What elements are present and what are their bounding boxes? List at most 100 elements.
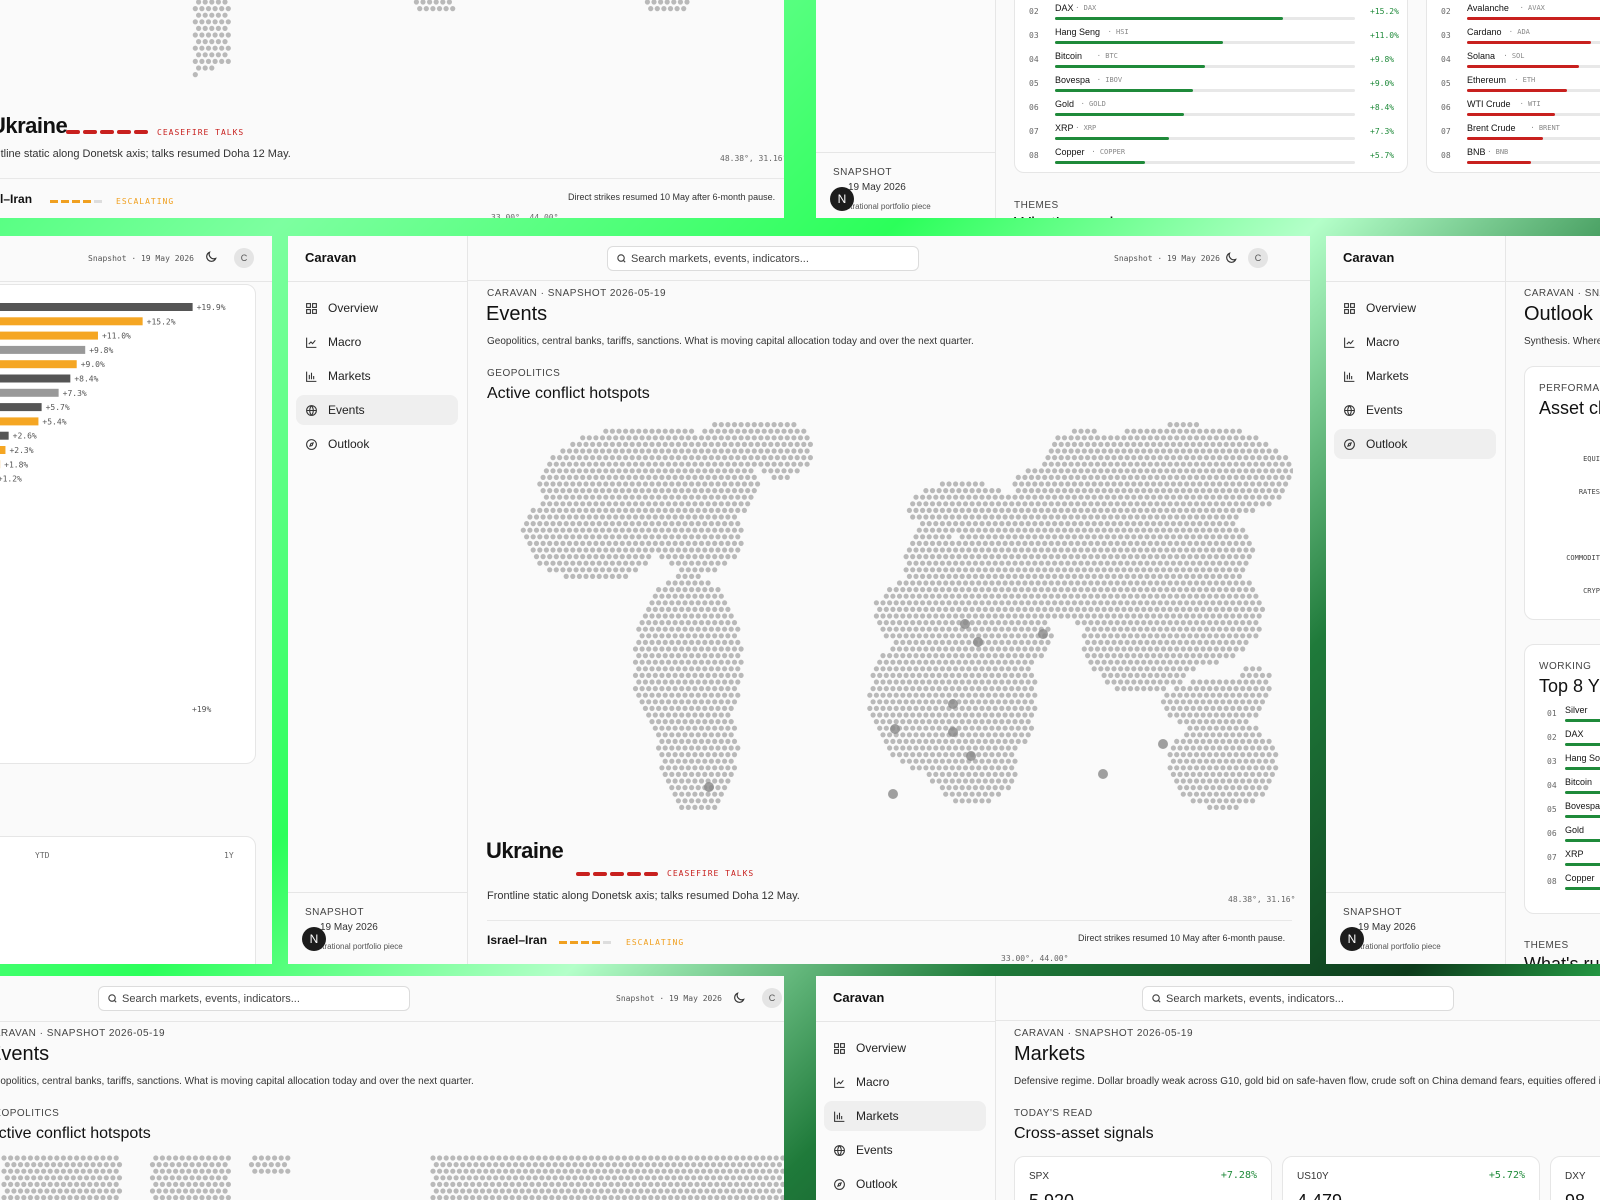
row-name: BNB bbox=[1467, 147, 1486, 157]
user-avatar-mini[interactable]: C bbox=[234, 248, 254, 268]
search-input[interactable]: Search markets, events, indicators... bbox=[98, 986, 410, 1011]
hotspot-marker[interactable] bbox=[1038, 629, 1048, 639]
nav-markets[interactable]: Markets bbox=[824, 1101, 986, 1131]
bar bbox=[0, 360, 77, 369]
hotspot-israel-desc: Direct strikes resumed 10 May after 6-mo… bbox=[568, 192, 776, 202]
hotspot-marker[interactable] bbox=[704, 782, 714, 792]
row-rank: 04 bbox=[1029, 55, 1039, 64]
hotspot-marker[interactable] bbox=[973, 637, 983, 647]
hotspot-ukraine-coords: 48.38°, 31.16° bbox=[720, 154, 784, 163]
asset-class-label: EQUITY (S bbox=[1583, 455, 1600, 463]
nav-label: Overview bbox=[1366, 301, 1417, 315]
hotspot-israel-name: Israel–Iran bbox=[487, 933, 548, 947]
row-name: Avalanche bbox=[1467, 3, 1509, 13]
search-input[interactable]: Search markets, events, indicators... bbox=[1142, 986, 1454, 1011]
nav-markets[interactable]: Markets bbox=[1334, 361, 1496, 391]
snapshot-heading: SNAPSHOT bbox=[1343, 907, 1403, 918]
page-title: Events bbox=[0, 1043, 50, 1065]
row-name: Silver bbox=[1565, 705, 1588, 715]
page-eyebrow: CARAVAN · SNAPSHOT 2026-05-19 bbox=[1014, 1028, 1194, 1039]
row-fill bbox=[1467, 113, 1555, 116]
hotspot-marker[interactable] bbox=[948, 699, 958, 709]
nav-overview[interactable]: Overview bbox=[296, 293, 458, 323]
hotspot-israel-status: ESCALATING bbox=[116, 197, 175, 206]
user-avatar-mini[interactable]: C bbox=[762, 988, 782, 1008]
row-name: DAX bbox=[1565, 729, 1584, 739]
row-ticker: · ADA bbox=[1508, 28, 1530, 36]
nav-events[interactable]: Events bbox=[1334, 395, 1496, 425]
nav-events[interactable]: Events bbox=[296, 395, 458, 425]
row-fill bbox=[1055, 161, 1145, 164]
row-rank: 02 bbox=[1029, 7, 1039, 16]
hotspot-ukraine-name: Ukraine bbox=[0, 113, 68, 138]
row-track bbox=[1055, 137, 1355, 140]
user-avatar[interactable]: N bbox=[830, 187, 854, 211]
row-name: Cardano bbox=[1467, 27, 1502, 37]
nav-outlook[interactable]: Outlook bbox=[824, 1169, 986, 1199]
user-avatar-mini[interactable]: C bbox=[1248, 248, 1268, 268]
moon-icon[interactable] bbox=[1224, 251, 1238, 265]
hotspot-israel-name: Israel–Iran bbox=[0, 192, 33, 206]
divider bbox=[487, 920, 1292, 921]
nav-events[interactable]: Events bbox=[824, 1135, 986, 1165]
row-track bbox=[1055, 161, 1355, 164]
hotspot-marker[interactable] bbox=[1158, 739, 1168, 749]
divider bbox=[0, 1021, 784, 1022]
row-fill bbox=[1565, 791, 1600, 794]
hotspot-marker[interactable] bbox=[960, 619, 970, 629]
ytd-bar-chart: +19.9% +15.2% +11.0% +9.8% +9.0% +8.4% +7.3% +5… bbox=[0, 303, 226, 484]
globe-icon bbox=[834, 1144, 845, 1156]
row-fill bbox=[1467, 161, 1531, 164]
hotspot-marker[interactable] bbox=[890, 724, 900, 734]
grid-icon bbox=[1344, 302, 1355, 314]
row-change: +9.8% bbox=[1370, 55, 1395, 64]
nav-macro[interactable]: Macro bbox=[1334, 327, 1496, 357]
signal-change: +5.72% bbox=[1488, 1170, 1525, 1181]
row-fill bbox=[1055, 17, 1283, 20]
compass-icon bbox=[834, 1178, 845, 1190]
topbar: Search markets, events, indicators... Sn… bbox=[468, 236, 1310, 281]
nav-overview[interactable]: Overview bbox=[824, 1033, 986, 1063]
period-ytd[interactable]: YTD bbox=[35, 851, 49, 860]
hotspot-marker[interactable] bbox=[888, 789, 898, 799]
themes-label: THEMES bbox=[1014, 200, 1059, 211]
signal-name: SPX bbox=[1029, 1171, 1050, 1182]
row-fill bbox=[1565, 767, 1600, 770]
hotspot-israel-coords: 33.00°, 44.00° bbox=[1001, 954, 1069, 963]
moon-icon[interactable] bbox=[732, 991, 746, 1005]
row-rank: 02 bbox=[1547, 733, 1557, 742]
brand-name: Caravan bbox=[305, 250, 357, 265]
row-track bbox=[1467, 113, 1600, 116]
nav-macro[interactable]: Macro bbox=[296, 327, 458, 357]
user-avatar[interactable]: N bbox=[302, 927, 326, 951]
row-track bbox=[1055, 41, 1355, 44]
hotspot-marker[interactable] bbox=[966, 751, 976, 761]
nav-outlook[interactable]: Outlook bbox=[296, 429, 458, 459]
row-change: +7.3% bbox=[1370, 127, 1395, 136]
hotspot-israel-status: ESCALATING bbox=[626, 938, 685, 947]
line-chart-icon bbox=[1344, 337, 1355, 348]
hotspot-marker[interactable] bbox=[1098, 769, 1108, 779]
row-rank: 08 bbox=[1029, 151, 1039, 160]
row-fill bbox=[1467, 65, 1579, 68]
hotspot-marker[interactable] bbox=[948, 727, 958, 737]
bar-label: +7.3% bbox=[63, 389, 87, 398]
themes-label: THEMES bbox=[1524, 940, 1569, 951]
signal-card-spx[interactable]: SPX +7.28% 5,920 bbox=[1014, 1156, 1272, 1200]
panel-overview-scrolled: SNAPSHOT 19 May 2026 Illustrational port… bbox=[816, 0, 1600, 218]
moon-icon[interactable] bbox=[204, 250, 218, 264]
signal-card-dxy[interactable]: DXY 98 bbox=[1550, 1156, 1600, 1200]
nav-markets[interactable]: Markets bbox=[296, 361, 458, 391]
grid-icon bbox=[306, 302, 317, 314]
search-icon bbox=[617, 254, 626, 263]
search-input[interactable]: Search markets, events, indicators... bbox=[607, 246, 919, 271]
search-placeholder: Search markets, events, indicators... bbox=[1166, 992, 1344, 1005]
nav-overview[interactable]: Overview bbox=[1334, 293, 1496, 323]
nav-macro[interactable]: Macro bbox=[824, 1067, 986, 1097]
signal-card-us10y[interactable]: US10Y +5.72% 4.479 bbox=[1282, 1156, 1540, 1200]
search-icon bbox=[108, 994, 117, 1003]
period-1y[interactable]: 1Y bbox=[224, 851, 234, 860]
user-avatar[interactable]: N bbox=[1340, 927, 1364, 951]
row-rank: 05 bbox=[1029, 79, 1039, 88]
nav-outlook[interactable]: Outlook bbox=[1334, 429, 1496, 459]
